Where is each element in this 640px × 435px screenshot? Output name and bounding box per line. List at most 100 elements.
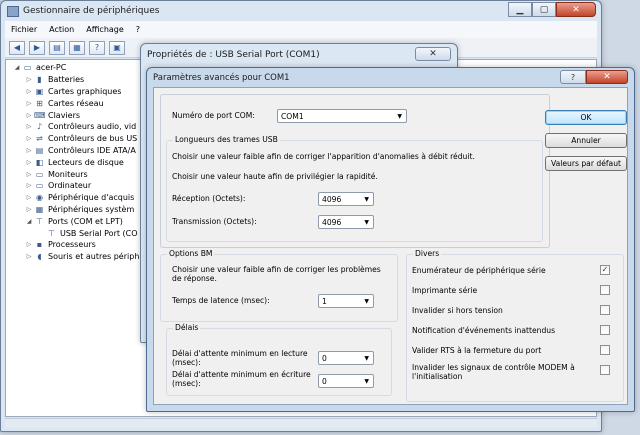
com-port-select[interactable]: COM1 ▼: [277, 109, 407, 123]
collapsed-arrow-icon[interactable]: ▷: [24, 171, 34, 178]
transmit-select[interactable]: 4096 ▼: [318, 215, 374, 229]
scan-icon[interactable]: ▣: [109, 40, 125, 55]
expanded-arrow-icon[interactable]: ◢: [24, 218, 34, 225]
usb-icon: ⇌: [36, 134, 43, 144]
camera-icon: ◉: [36, 193, 43, 203]
tree-item-label: USB Serial Port (CO: [60, 228, 138, 238]
menu-item-help[interactable]: ?: [130, 25, 146, 34]
collapsed-arrow-icon[interactable]: ▷: [24, 241, 34, 248]
view-tree-icon[interactable]: ▤: [49, 40, 65, 55]
collapsed-arrow-icon[interactable]: ▷: [24, 135, 34, 142]
minimize-icon[interactable]: ▁: [508, 2, 532, 17]
bm-hint: Choisir une valeur faible afin de corrig…: [172, 265, 381, 283]
ide-icon: ▤: [35, 145, 44, 155]
computer-icon: ▭: [23, 63, 32, 73]
keyboard-icon: ⌨: [34, 110, 46, 120]
misc-option-label: Invalider si hors tension: [412, 306, 503, 315]
misc-option-label: Valider RTS à la fermeture du port: [412, 346, 542, 355]
misc-option-checkbox[interactable]: [600, 325, 610, 335]
collapsed-arrow-icon[interactable]: ▷: [24, 147, 34, 154]
computer-icon: ▭: [35, 181, 44, 191]
checkmark-icon: ✓: [601, 265, 609, 274]
maximize-icon[interactable]: ▢: [532, 2, 556, 17]
help-button[interactable]: ?: [560, 70, 586, 84]
ok-button[interactable]: OK: [545, 110, 627, 125]
tree-item-label: Lecteurs de disque: [48, 157, 124, 167]
tree-item-label: Batteries: [48, 75, 85, 85]
back-icon[interactable]: ◀: [9, 40, 25, 55]
close-icon[interactable]: ✕: [586, 70, 628, 84]
collapsed-arrow-icon[interactable]: ▷: [24, 100, 34, 107]
collapsed-arrow-icon[interactable]: ▷: [24, 159, 34, 166]
misc-option-label: Invalider les signaux de contrôle MODEM …: [412, 363, 575, 381]
collapsed-arrow-icon[interactable]: ▷: [24, 76, 34, 83]
mouse-icon: ◖: [37, 252, 42, 262]
menu-item-view[interactable]: Affichage: [80, 25, 130, 34]
expanded-arrow-icon[interactable]: ◢: [12, 64, 22, 71]
misc-group-title: Divers: [413, 249, 442, 258]
bm-group-title: Options BM: [167, 249, 215, 258]
misc-option-checkbox[interactable]: ✓: [600, 265, 610, 275]
read-timeout-label: Délai d'attente minimum en lecture (msec…: [172, 349, 308, 367]
chevron-down-icon: ▼: [364, 219, 369, 226]
misc-option-checkbox[interactable]: [600, 305, 610, 315]
chevron-down-icon: ▼: [364, 196, 369, 203]
port-icon: ⊤: [36, 216, 43, 226]
chevron-down-icon: ▼: [364, 355, 369, 362]
write-timeout-select[interactable]: 0 ▼: [318, 374, 374, 388]
menu-item-file[interactable]: Fichier: [5, 25, 43, 34]
tree-item-label: Processeurs: [48, 240, 96, 250]
collapsed-arrow-icon[interactable]: ▷: [24, 123, 34, 130]
tree-item-label: Moniteurs: [48, 169, 88, 179]
tree-item-label: Contrôleurs de bus US: [48, 134, 138, 144]
properties-titlebar[interactable]: Propriétés de : USB Serial Port (COM1): [141, 44, 457, 66]
battery-icon: ▮: [37, 75, 42, 85]
tree-item-label: acer-PC: [36, 63, 67, 73]
tree-item-label: Périphériques systèm: [48, 204, 135, 214]
restore-defaults-button[interactable]: Valeurs par défaut: [545, 156, 627, 171]
collapsed-arrow-icon[interactable]: ▷: [24, 253, 34, 260]
disk-icon: ◧: [35, 157, 44, 167]
menu-item-action[interactable]: Action: [43, 25, 80, 34]
tree-item-label: Cartes graphiques: [48, 86, 122, 96]
tree-item-label: Claviers: [48, 110, 81, 120]
latency-select[interactable]: 1 ▼: [318, 294, 374, 308]
read-timeout-select[interactable]: 0 ▼: [318, 351, 374, 365]
chevron-down-icon: ▼: [364, 298, 369, 305]
properties-icon[interactable]: ▦: [69, 40, 85, 55]
advanced-settings-dialog: Paramètres avancés pour COM1 ? ✕ Numéro …: [146, 67, 635, 412]
collapsed-arrow-icon[interactable]: ▷: [24, 194, 34, 201]
advanced-client-area: Numéro de port COM: COM1 ▼ Longueurs des…: [153, 87, 628, 405]
cancel-button[interactable]: Annuler: [545, 133, 627, 148]
misc-option-label: Enumérateur de périphérique série: [412, 266, 546, 275]
display-adapter-icon: ▣: [35, 86, 44, 96]
misc-option-checkbox[interactable]: [600, 365, 610, 375]
network-adapter-icon: ⊞: [36, 98, 43, 108]
device-manager-icon: [7, 5, 19, 17]
port-icon: ⊤: [48, 228, 55, 238]
latency-label: Temps de latence (msec):: [172, 296, 270, 305]
collapsed-arrow-icon[interactable]: ▷: [24, 206, 34, 213]
collapsed-arrow-icon[interactable]: ▷: [24, 88, 34, 95]
receive-select[interactable]: 4096 ▼: [318, 192, 374, 206]
misc-option-label: Notification d'événements inattendus: [412, 326, 556, 335]
window-controls: ▁ ▢ ✕: [508, 2, 596, 17]
transmit-value: 4096: [322, 217, 342, 227]
close-icon[interactable]: ✕: [556, 2, 596, 17]
tree-item-label: Ordinateur: [48, 181, 92, 191]
misc-option-checkbox[interactable]: [600, 345, 610, 355]
misc-option-checkbox[interactable]: [600, 285, 610, 295]
usb-group-title: Longueurs des trames USB: [173, 135, 280, 144]
chevron-down-icon: ▼: [397, 113, 402, 120]
properties-close-icon[interactable]: ✕: [415, 47, 451, 61]
status-bar: [5, 418, 597, 428]
forward-icon[interactable]: ▶: [29, 40, 45, 55]
audio-icon: ♪: [36, 122, 43, 132]
receive-label: Réception (Octets):: [172, 194, 246, 203]
help-icon[interactable]: ?: [89, 40, 105, 55]
tree-item-label: Contrôleurs IDE ATA/A: [48, 145, 136, 155]
collapsed-arrow-icon[interactable]: ▷: [24, 182, 34, 189]
tree-item-label: Ports (COM et LPT): [48, 216, 123, 226]
collapsed-arrow-icon[interactable]: ▷: [24, 112, 34, 119]
usb-hint-high: Choisir une valeur haute afin de privilé…: [172, 172, 378, 181]
